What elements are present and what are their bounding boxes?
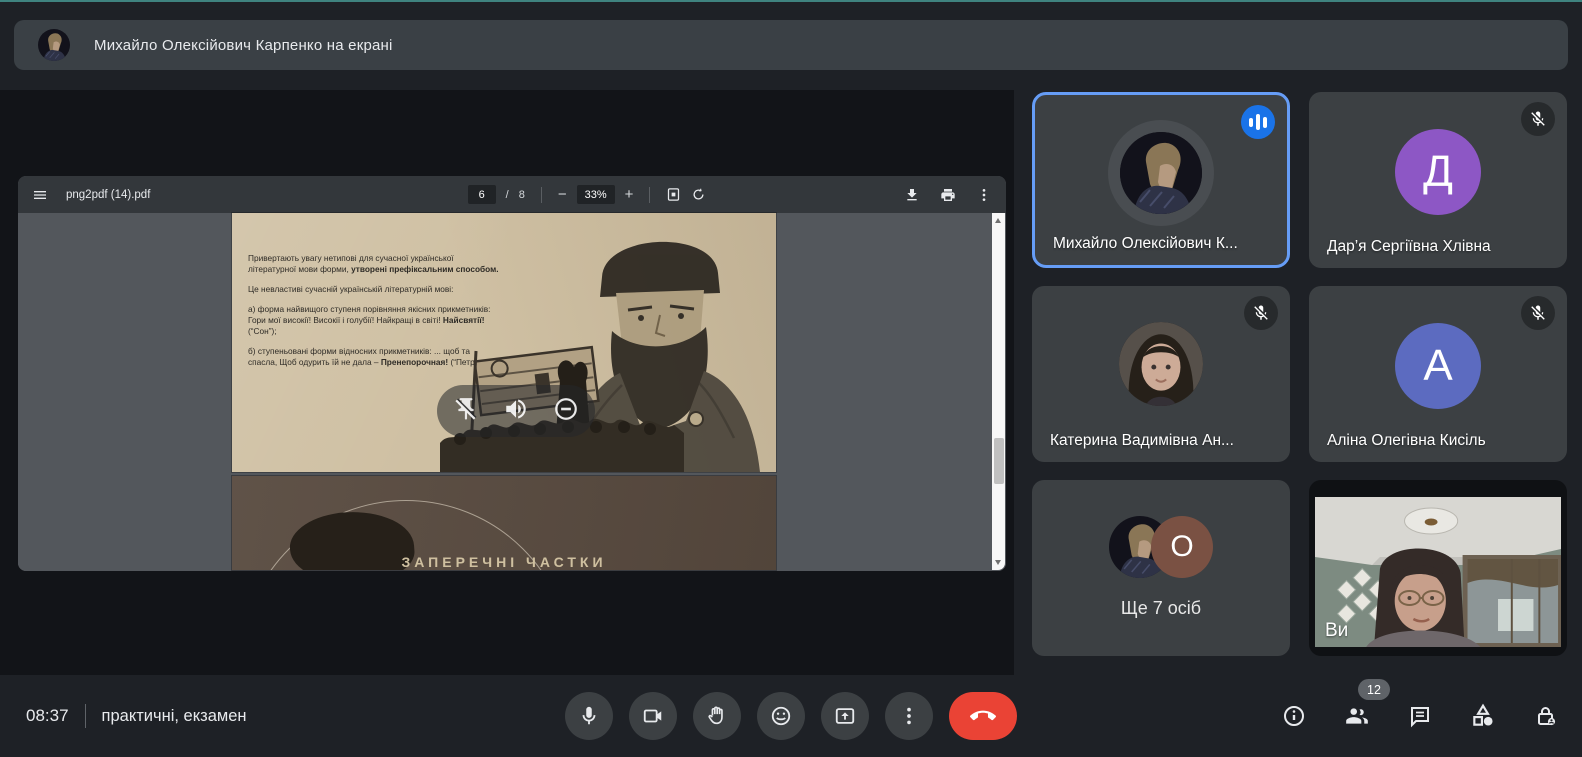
remove-participant-icon[interactable] (553, 396, 579, 427)
hamburger-menu-icon[interactable] (32, 187, 48, 203)
volume-icon[interactable] (503, 396, 529, 427)
participant-avatar: Д (1395, 129, 1481, 215)
self-view-tile[interactable]: Ви (1309, 480, 1567, 656)
camera-button[interactable] (629, 692, 677, 740)
participant-tile-daria[interactable]: Д Дар’я Сергіївна Хлівна (1309, 92, 1567, 268)
self-video (1315, 497, 1561, 647)
page-total: 8 (519, 189, 525, 201)
participant-tile-mykhailo[interactable]: Михайло Олексійович К... (1032, 92, 1290, 268)
presenter-banner-label: Михайло Олексійович Карпенко на екрані (94, 37, 393, 54)
participant-tile-alina[interactable]: А Аліна Олегівна Кисіль (1309, 286, 1567, 462)
participant-name: Аліна Олегівна Кисіль (1327, 432, 1486, 450)
pdf-toolbar: png2pdf (14).pdf 6 / 8 − 33% + (18, 176, 1006, 213)
info-button[interactable] (1282, 704, 1306, 728)
scroll-up-icon[interactable] (995, 218, 1001, 223)
participant-avatar (1119, 322, 1203, 406)
toolbar-divider (649, 187, 650, 203)
overflow-participants-tile[interactable]: О Ще 7 осіб (1032, 480, 1290, 656)
participant-avatar: А (1395, 323, 1481, 409)
panel-actions: 12 (1282, 703, 1558, 729)
download-icon[interactable] (904, 187, 920, 203)
raise-hand-button[interactable] (693, 692, 741, 740)
toolbar-divider (541, 187, 542, 203)
meeting-info: 08:37 практичні, екзамен (26, 704, 247, 728)
page-number-input[interactable]: 6 (468, 185, 496, 204)
participant-count-badge: 12 (1358, 679, 1390, 700)
participant-name: Катерина Вадимівна Ан... (1050, 432, 1234, 450)
call-controls (565, 692, 1017, 740)
more-vert-icon[interactable] (976, 187, 992, 203)
pdf-filename: png2pdf (14).pdf (66, 189, 150, 201)
pdf-viewer: png2pdf (14).pdf 6 / 8 − 33% + (18, 176, 1006, 571)
mic-off-icon (1521, 296, 1555, 330)
unpin-icon[interactable] (453, 396, 479, 427)
presenter-avatar (38, 29, 70, 61)
end-call-button[interactable] (949, 692, 1017, 740)
activities-button[interactable] (1470, 703, 1496, 729)
speaking-indicator-icon (1241, 105, 1275, 139)
mic-off-icon (1521, 102, 1555, 136)
mic-off-icon (1244, 296, 1278, 330)
meet-window: Михайло Олексійович Карпенко на екрані p… (0, 0, 1582, 757)
divider (85, 704, 86, 728)
tile-hover-controls (437, 385, 595, 437)
more-options-button[interactable] (885, 692, 933, 740)
overflow-avatar-letter: О (1151, 516, 1213, 578)
meeting-name: практичні, екзамен (102, 707, 247, 726)
zoom-out-icon[interactable]: − (558, 186, 567, 203)
present-screen-button[interactable] (821, 692, 869, 740)
self-label: Ви (1325, 620, 1348, 642)
participant-name: Дар’я Сергіївна Хлівна (1327, 238, 1491, 256)
participant-tile-kateryna[interactable]: Катерина Вадимівна Ан... (1032, 286, 1290, 462)
chat-button[interactable] (1408, 704, 1432, 728)
scrollbar-thumb[interactable] (994, 438, 1004, 484)
mic-button[interactable] (565, 692, 613, 740)
rotate-icon[interactable] (691, 187, 706, 202)
presenter-banner: Михайло Олексійович Карпенко на екрані (14, 20, 1568, 70)
page-separator: / (506, 189, 509, 201)
window-accent-line (0, 0, 1582, 2)
reactions-button[interactable] (757, 692, 805, 740)
participant-avatar (1120, 132, 1202, 214)
overflow-count-label: Ще 7 осіб (1032, 598, 1290, 619)
people-button[interactable]: 12 (1344, 703, 1370, 729)
scroll-down-icon[interactable] (995, 560, 1001, 565)
clock: 08:37 (26, 706, 69, 726)
pdf-canvas[interactable]: Привертають увагу нетипові для сучасної … (18, 213, 1006, 571)
pdf-page-7: ЗАПЕРЕЧНІ ЧАСТКИ (232, 476, 776, 570)
pdf-scrollbar[interactable] (992, 213, 1005, 570)
bottom-bar: 08:37 практичні, екзамен (0, 675, 1582, 757)
participant-name: Михайло Олексійович К... (1053, 235, 1238, 253)
zoom-in-icon[interactable]: + (625, 186, 634, 203)
zoom-level-input[interactable]: 33% (577, 185, 615, 204)
host-controls-button[interactable] (1534, 704, 1558, 728)
next-page-title: ЗАПЕРЕЧНІ ЧАСТКИ (232, 554, 776, 570)
fit-page-icon[interactable] (666, 187, 681, 202)
print-icon[interactable] (940, 187, 956, 203)
